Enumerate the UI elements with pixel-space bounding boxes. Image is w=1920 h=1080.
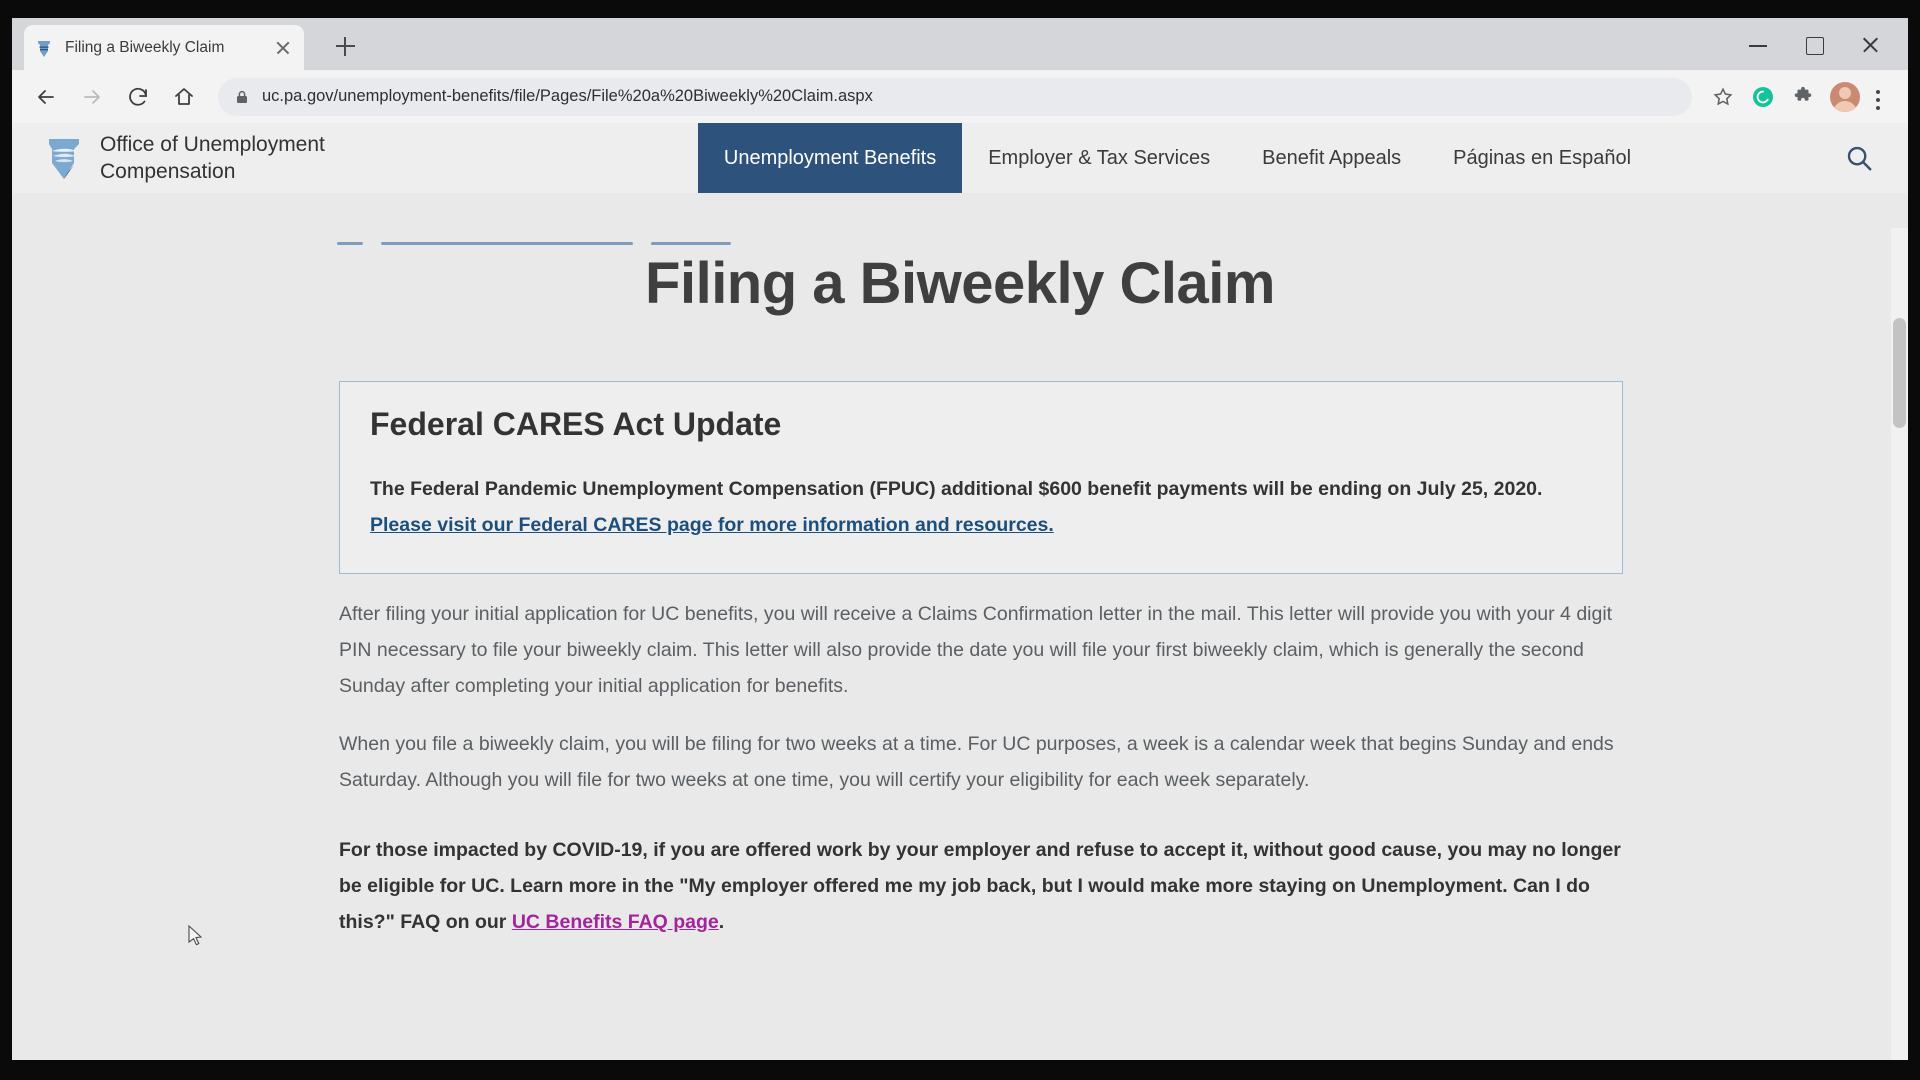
address-bar[interactable]: uc.pa.gov/unemployment-benefits/file/Pag… [218,77,1692,116]
minimize-icon[interactable] [1730,26,1786,64]
nav-item-unemployment-benefits[interactable]: Unemployment Benefits [697,123,963,193]
breadcrumb [337,242,731,245]
tab-strip: Filing a Biweekly Claim [12,18,1908,70]
nav-item-label: Benefit Appeals [1262,146,1402,169]
article-body: Filing a Biweekly Claim Federal CARES Ac… [12,242,1908,940]
notice-heading: Federal CARES Act Update [370,406,782,442]
nav-item-paginas-en-espanol[interactable]: Páginas en Español [1427,123,1657,193]
url-text: uc.pa.gov/unemployment-benefits/file/Pag… [262,87,873,105]
browser-window: Filing a Biweekly Claim uc.pa.gov/unempl… [12,18,1908,1060]
scrollbar-thumb[interactable] [1893,318,1906,428]
uc-benefits-faq-link[interactable]: UC Benefits FAQ page [512,911,719,933]
breadcrumb-segment[interactable] [381,242,633,245]
breadcrumb-segment[interactable] [651,242,731,245]
pa-keystone-logo [42,133,86,183]
page-content: Office of Unemployment Compensation Unem… [12,123,1908,1060]
site-navigation: Unemployment Benefits Employer & Tax Ser… [697,123,1908,193]
page-scrollbar[interactable] [1891,228,1908,1060]
nav-item-label: Unemployment Benefits [723,146,937,169]
site-brand[interactable]: Office of Unemployment Compensation [12,123,325,193]
federal-cares-link[interactable]: Please visit our Federal CARES page for … [370,514,1054,536]
star-icon[interactable] [1704,78,1742,116]
pa-keystone-icon [34,38,54,58]
paragraph-2: When you file a biweekly claim, you will… [339,733,1614,791]
notice-body: The Federal Pandemic Unemployment Compen… [370,471,1592,543]
page-title: Filing a Biweekly Claim [645,251,1275,316]
grammarly-icon[interactable] [1744,78,1782,116]
mouse-cursor [188,924,204,947]
cares-act-notice: Federal CARES Act Update The Federal Pan… [339,381,1623,574]
window-controls [1730,26,1898,64]
nav-item-employer-tax-services[interactable]: Employer & Tax Services [962,123,1236,193]
reload-icon[interactable] [118,77,158,117]
close-window-icon[interactable] [1842,26,1898,64]
covid-paragraph-end: . [718,911,725,933]
forward-arrow-icon[interactable] [72,77,112,117]
paragraph-1: After filing your initial application fo… [339,603,1613,697]
close-tab-icon[interactable] [272,37,294,59]
maximize-icon[interactable] [1786,26,1842,64]
back-arrow-icon[interactable] [26,77,66,117]
browser-tab[interactable]: Filing a Biweekly Claim [24,25,304,70]
puzzle-piece-icon[interactable] [1784,78,1822,116]
tab-title: Filing a Biweekly Claim [65,38,225,56]
avatar[interactable] [1830,81,1860,112]
home-icon[interactable] [164,77,204,117]
nav-item-label: Páginas en Español [1453,146,1632,169]
new-tab-button[interactable] [330,31,360,61]
nav-item-benefit-appeals[interactable]: Benefit Appeals [1236,123,1427,193]
site-header: Office of Unemployment Compensation Unem… [12,123,1908,193]
three-dot-menu-icon[interactable] [1860,78,1894,116]
browser-toolbar: uc.pa.gov/unemployment-benefits/file/Pag… [12,70,1908,123]
breadcrumb-segment[interactable] [337,242,363,245]
notice-body-text: The Federal Pandemic Unemployment Compen… [370,478,1543,500]
lock-icon [234,89,250,105]
nav-item-label: Employer & Tax Services [988,146,1211,169]
screen-letterbox: Filing a Biweekly Claim uc.pa.gov/unempl… [0,0,1920,1080]
covid-paragraph: For those impacted by COVID-19, if you a… [339,832,1623,940]
site-brand-name: Office of Unemployment Compensation [100,133,325,183]
site-search-button[interactable] [1844,123,1908,193]
